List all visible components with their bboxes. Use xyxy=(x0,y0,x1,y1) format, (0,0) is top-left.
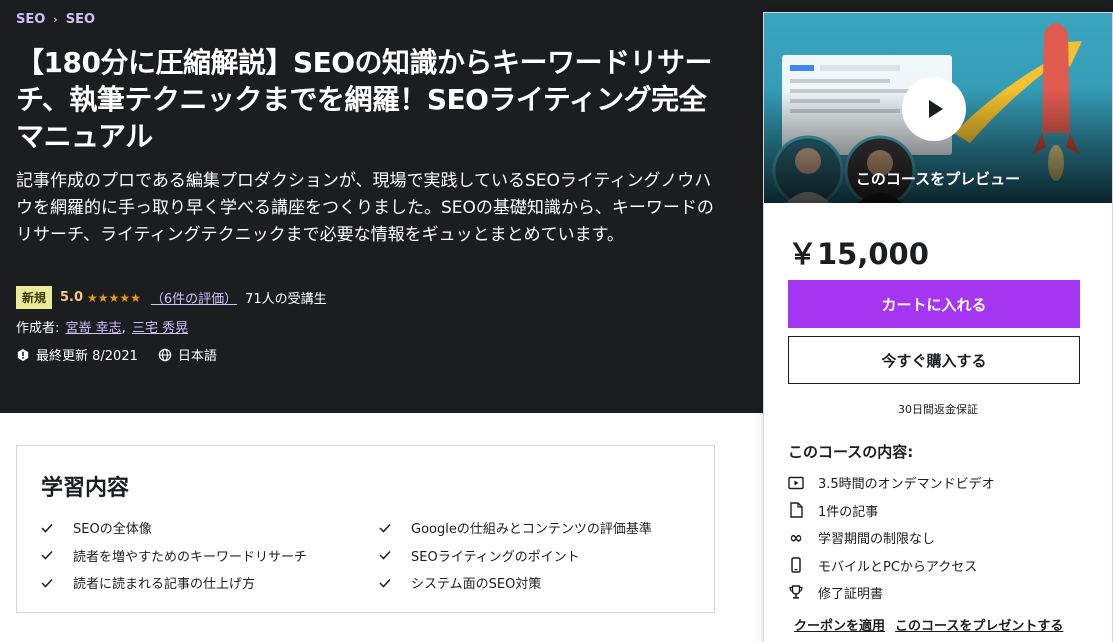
play-icon xyxy=(929,100,943,118)
list-item: Googleの仕組みとコンテンツの評価基準 xyxy=(379,514,701,542)
learn-item-label: 読者を増やすためのキーワードリサーチ xyxy=(73,549,308,565)
check-icon xyxy=(41,523,57,533)
list-item: 3.5時間のオンデマンドビデオ xyxy=(788,469,995,497)
authors-row: 作成者: 宮嵜 幸志, 三宅 秀晃 xyxy=(16,321,189,336)
course-price: ￥15,000 xyxy=(788,237,929,271)
include-label: 1件の記事 xyxy=(818,504,879,520)
list-item: 修了証明書 xyxy=(788,579,995,607)
trophy-icon xyxy=(788,585,804,601)
chevron-right-icon: › xyxy=(53,13,58,26)
author-link[interactable]: 三宅 秀晃 xyxy=(132,321,188,336)
course-subtitle: 記事作成のプロである編集プロダクションが、現場で実践しているSEOライティングノ… xyxy=(16,171,714,245)
list-item: モバイルとPCからアクセス xyxy=(788,552,995,580)
learn-item-label: SEOライティングのポイント xyxy=(411,549,580,565)
learn-item-label: Googleの仕組みとコンテンツの評価基準 xyxy=(411,522,652,538)
globe-icon xyxy=(158,348,172,361)
infinity-icon: ∞ xyxy=(789,528,803,548)
learn-item-label: SEOの全体像 xyxy=(73,522,152,538)
file-icon xyxy=(788,502,804,518)
list-item: 読者に読まれる記事の仕上げ方 xyxy=(41,569,379,597)
student-count: 71人の受講生 xyxy=(245,292,327,307)
learn-item-label: システム面のSEO対策 xyxy=(411,577,542,593)
check-icon xyxy=(379,578,395,588)
what-you-learn: 学習内容 SEOの全体像 Googleの仕組みとコンテンツの評価基準 読者を増や… xyxy=(16,445,715,613)
learn-title: 学習内容 xyxy=(41,476,130,501)
learn-list: SEOの全体像 Googleの仕組みとコンテンツの評価基準 読者を増やすためのキ… xyxy=(41,514,701,597)
breadcrumb-item[interactable]: SEO xyxy=(66,12,95,27)
new-badge: 新規 xyxy=(16,286,53,309)
check-icon xyxy=(41,550,57,560)
star-rating-icon: ★★★★★ xyxy=(87,290,141,305)
rating-score: 5.0 xyxy=(60,290,84,305)
language: 日本語 xyxy=(177,349,217,364)
list-item: SEOライティングのポイント xyxy=(379,542,701,570)
check-icon xyxy=(379,550,395,560)
learn-item-label: 読者に読まれる記事の仕上げ方 xyxy=(73,577,256,593)
check-icon xyxy=(41,578,57,588)
list-item: システム面のSEO対策 xyxy=(379,569,701,597)
include-label: 学習期間の制限なし xyxy=(818,532,936,548)
includes-list: 3.5時間のオンデマンドビデオ 1件の記事 ∞ 学習期間の制限なし モバイルとP… xyxy=(788,469,995,607)
card-links: クーポンを適用 このコースをプレゼントする xyxy=(794,615,1063,634)
list-item: ∞ 学習期間の制限なし xyxy=(788,524,995,552)
course-title: 【180分に圧縮解説】SEOの知識からキーワードリサーチ、執筆テクニックまでを網… xyxy=(16,46,713,153)
course-preview[interactable]: このコースをプレビュー xyxy=(764,13,1112,203)
list-item: 読者を増やすためのキーワードリサーチ xyxy=(41,542,379,570)
purchase-card: このコースをプレビュー ￥15,000 カートに入れる 今すぐ購入する 30日間… xyxy=(763,12,1113,642)
buy-now-button[interactable]: 今すぐ購入する xyxy=(788,336,1080,384)
include-label: モバイルとPCからアクセス xyxy=(818,559,978,575)
gift-course-link[interactable]: このコースをプレゼントする xyxy=(895,615,1063,634)
includes-title: このコースの内容: xyxy=(788,443,914,461)
add-to-cart-button[interactable]: カートに入れる xyxy=(788,280,1080,328)
include-label: 3.5時間のオンデマンドビデオ xyxy=(818,477,995,493)
author-link[interactable]: 宮嵜 幸志 xyxy=(66,321,122,336)
include-label: 修了証明書 xyxy=(818,587,884,603)
video-icon xyxy=(788,475,804,491)
money-back-guarantee: 30日間返金保証 xyxy=(898,403,978,416)
rating-row: 新規 5.0 ★★★★★ （6件の評価） 71人の受講生 xyxy=(16,286,327,309)
alert-icon xyxy=(17,348,29,361)
mobile-icon xyxy=(788,557,804,573)
apply-coupon-link[interactable]: クーポンを適用 xyxy=(794,615,885,634)
breadcrumb-item[interactable]: SEO xyxy=(16,12,45,27)
last-updated: 最終更新 8/2021 xyxy=(36,349,138,364)
check-icon xyxy=(379,523,395,533)
meta-row: 最終更新 8/2021 日本語 xyxy=(16,345,217,364)
list-item: SEOの全体像 xyxy=(41,514,379,542)
authors-label: 作成者: xyxy=(16,321,60,336)
breadcrumb: SEO › SEO xyxy=(16,12,95,27)
preview-label[interactable]: このコースをプレビュー xyxy=(764,168,1112,189)
play-button[interactable] xyxy=(902,77,966,141)
list-item: 1件の記事 xyxy=(788,497,995,525)
rating-count-link[interactable]: （6件の評価） xyxy=(151,288,237,307)
